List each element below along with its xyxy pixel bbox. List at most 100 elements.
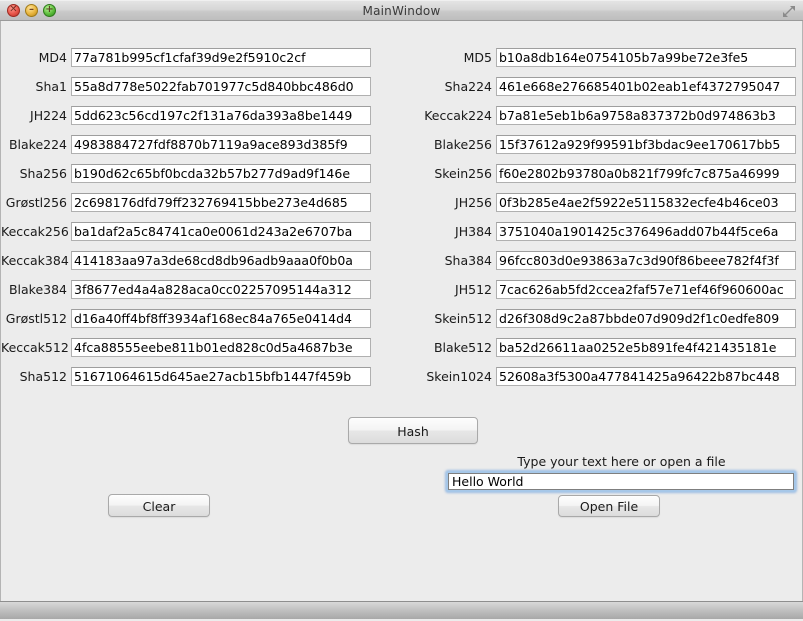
hash-field-skein256[interactable]: f60e2802b93780a0b821f799fc7c875a46999 [496, 164, 796, 183]
hash-label-blake224: Blake224 [8, 137, 67, 152]
hash-label-sha384: Sha384 [444, 253, 492, 268]
hash-row: Skein1024 52608a3f5300a477841425a96422b87… [421, 367, 796, 386]
hash-field-sha224[interactable]: 461e668e276685401b02eab1ef4372795047 [496, 77, 796, 96]
hash-row: Sha256 b190d62c65bf0bcda32b57b277d9ad9f14… [1, 164, 371, 183]
hash-label-jh384: JH384 [455, 224, 492, 239]
hash-label-sha256: Sha256 [19, 166, 67, 181]
open-file-button[interactable]: Open File [558, 495, 660, 517]
hash-label-sha512: Sha512 [19, 369, 67, 384]
hash-row: Keccak512 4fca88555eebe811b01ed828c0d5a46… [1, 338, 371, 357]
hash-label-jh224: JH224 [30, 108, 67, 123]
hash-value: 2c698176dfd79ff232769415bbe273e4d685 [74, 195, 348, 210]
client-area: MD4 77a781b995cf1cfaf39d9e2f5910c2cf Sha1 5… [0, 21, 803, 601]
clear-button[interactable]: Clear [108, 494, 210, 517]
hash-field-sha512[interactable]: 51671064615d645ae27acb15bfb1447f459b [71, 367, 371, 386]
hash-value: b7a81e5eb1b6a9758a837372b0d974863b3 [499, 108, 776, 123]
hash-field-skein1024[interactable]: 52608a3f5300a477841425a96422b87bc448 [496, 367, 796, 386]
hash-button[interactable]: Hash [348, 417, 478, 444]
hash-label-md4: MD4 [38, 50, 67, 65]
hash-row: Skein512 d26f308d9c2a87bbde07d909d2f1c0ed… [421, 309, 796, 328]
hash-field-sha1[interactable]: 55a8d778e5022fab701977c5d840bbc486d0 [71, 77, 371, 96]
hash-label-keccak256: Keccak256 [1, 224, 69, 239]
hash-label-blake512: Blake512 [433, 340, 492, 355]
close-button[interactable]: ✕ [7, 4, 20, 17]
hash-row: Grøstl256 2c698176dfd79ff232769415bbe273e… [1, 193, 371, 212]
text-input[interactable]: Hello World [448, 473, 794, 490]
status-bar [0, 601, 803, 619]
hash-value: b10a8db164e0754105b7a99be72e3fe5 [499, 50, 749, 65]
hash-row: Keccak224 b7a81e5eb1b6a9758a837372b0d9748… [421, 106, 796, 125]
maximize-icon: + [45, 4, 54, 15]
window-title: MainWindow [362, 3, 441, 18]
close-icon: ✕ [9, 4, 18, 15]
hash-value: 15f37612a929f99591bf3bdac9ee170617bb5 [499, 137, 781, 152]
expand-icon[interactable] [781, 4, 797, 19]
hash-label-jh512: JH512 [455, 282, 492, 297]
hash-field-skein512[interactable]: d26f308d9c2a87bbde07d909d2f1c0edfe809 [496, 309, 796, 328]
hash-row: Skein256 f60e2802b93780a0b821f799fc7c875a… [421, 164, 796, 183]
hash-field-grøstl256[interactable]: 2c698176dfd79ff232769415bbe273e4d685 [71, 193, 371, 212]
hash-row: JH256 0f3b285e4ae2f5922e5115832ecfe4b46ce… [421, 193, 796, 212]
hash-field-jh512[interactable]: 7cac626ab5fd2ccea2faf57e71ef46f960600ac [496, 280, 796, 299]
hash-value: d16a40ff4bf8ff3934af168ec84a765e0414d4 [74, 311, 352, 326]
hash-row: Blake256 15f37612a929f99591bf3bdac9ee1706… [421, 135, 796, 154]
hash-field-blake512[interactable]: ba52d26611aa0252e5b891fe4f421435181e [496, 338, 796, 357]
hash-row: Blake224 4983884727fdf8870b7119a9ace893d3… [1, 135, 371, 154]
main-window: ✕ – + MainWindow MD4 77a781b995cf1cfaf39d… [0, 0, 803, 621]
hash-field-grøstl512[interactable]: d16a40ff4bf8ff3934af168ec84a765e0414d4 [71, 309, 371, 328]
text-input-focus-ring: Hello World [446, 471, 796, 492]
hash-row: Grøstl512 d16a40ff4bf8ff3934af168ec84a765… [1, 309, 371, 328]
hash-row: Sha1 55a8d778e5022fab701977c5d840bbc486d0 [1, 77, 371, 96]
hash-label-blake256: Blake256 [433, 137, 492, 152]
hash-column-left: MD4 77a781b995cf1cfaf39d9e2f5910c2cf Sha1 5… [1, 48, 371, 396]
hash-field-keccak384[interactable]: 414183aa97a3de68cd8db96adb9aaa0f0b0a [71, 251, 371, 270]
hash-value: 77a781b995cf1cfaf39d9e2f5910c2cf [74, 50, 306, 65]
hash-field-blake384[interactable]: 3f8677ed4a4a828aca0cc02257095144a312 [71, 280, 371, 299]
hash-row: Blake512 ba52d26611aa0252e5b891fe4f421435… [421, 338, 796, 357]
hash-field-jh256[interactable]: 0f3b285e4ae2f5922e5115832ecfe4b46ce03 [496, 193, 796, 212]
hash-field-keccak512[interactable]: 4fca88555eebe811b01ed828c0d5a4687b3e [71, 338, 371, 357]
hash-label-md5: MD5 [463, 50, 492, 65]
hash-field-sha256[interactable]: b190d62c65bf0bcda32b57b277d9ad9f146e [71, 164, 371, 183]
hash-row: Keccak256 ba1daf2a5c84741ca0e0061d243a2e6… [1, 222, 371, 241]
hash-label-sha1: Sha1 [35, 79, 67, 94]
hash-field-md5[interactable]: b10a8db164e0754105b7a99be72e3fe5 [496, 48, 796, 67]
hash-label-keccak224: Keccak224 [424, 108, 492, 123]
window-controls: ✕ – + [0, 4, 56, 17]
hash-label-keccak384: Keccak384 [1, 253, 69, 268]
hash-field-keccak256[interactable]: ba1daf2a5c84741ca0e0061d243a2e6707ba [71, 222, 371, 241]
hash-value: 96fcc803d0e93863a7c3d90f86beee782f4f3f [499, 253, 779, 268]
text-input-caption: Type your text here or open a file [517, 454, 726, 469]
hash-value: 4983884727fdf8870b7119a9ace893d385f9 [74, 137, 348, 152]
hash-row: JH224 5dd623c56cd197c2f131a76da393a8be144… [1, 106, 371, 125]
hash-value: 461e668e276685401b02eab1ef4372795047 [499, 79, 781, 94]
hash-row: JH384 3751040a1901425c376496add07b44f5ce6… [421, 222, 796, 241]
hash-label-skein512: Skein512 [434, 311, 492, 326]
hash-row: JH512 7cac626ab5fd2ccea2faf57e71ef46f9606… [421, 280, 796, 299]
hash-label-keccak512: Keccak512 [1, 340, 69, 355]
hash-value: 414183aa97a3de68cd8db96adb9aaa0f0b0a [74, 253, 353, 268]
hash-field-md4[interactable]: 77a781b995cf1cfaf39d9e2f5910c2cf [71, 48, 371, 67]
hash-value: f60e2802b93780a0b821f799fc7c875a46999 [499, 166, 780, 181]
hash-field-jh224[interactable]: 5dd623c56cd197c2f131a76da393a8be1449 [71, 106, 371, 125]
minimize-button[interactable]: – [25, 4, 38, 17]
hash-label-grøstl256: Grøstl256 [5, 195, 67, 210]
hash-field-sha384[interactable]: 96fcc803d0e93863a7c3d90f86beee782f4f3f [496, 251, 796, 270]
hash-value: 3751040a1901425c376496add07b44f5ce6a [499, 224, 779, 239]
hash-label-sha224: Sha224 [444, 79, 492, 94]
title-bar[interactable]: ✕ – + MainWindow [0, 0, 803, 21]
hash-row: Blake384 3f8677ed4a4a828aca0cc02257095144… [1, 280, 371, 299]
maximize-button[interactable]: + [43, 4, 56, 17]
hash-value: 3f8677ed4a4a828aca0cc02257095144a312 [74, 282, 352, 297]
hash-field-blake256[interactable]: 15f37612a929f99591bf3bdac9ee170617bb5 [496, 135, 796, 154]
hash-label-skein1024: Skein1024 [426, 369, 492, 384]
hash-field-blake224[interactable]: 4983884727fdf8870b7119a9ace893d385f9 [71, 135, 371, 154]
hash-field-keccak224[interactable]: b7a81e5eb1b6a9758a837372b0d974863b3 [496, 106, 796, 125]
hash-value: 51671064615d645ae27acb15bfb1447f459b [74, 369, 352, 384]
hash-value: 55a8d778e5022fab701977c5d840bbc486d0 [74, 79, 354, 94]
hash-row: Keccak384 414183aa97a3de68cd8db96adb9aaa0… [1, 251, 371, 270]
hash-row: MD4 77a781b995cf1cfaf39d9e2f5910c2cf [1, 48, 371, 67]
hash-row: Sha512 51671064615d645ae27acb15bfb1447f45… [1, 367, 371, 386]
hash-field-jh384[interactable]: 3751040a1901425c376496add07b44f5ce6a [496, 222, 796, 241]
hash-label-skein256: Skein256 [434, 166, 492, 181]
